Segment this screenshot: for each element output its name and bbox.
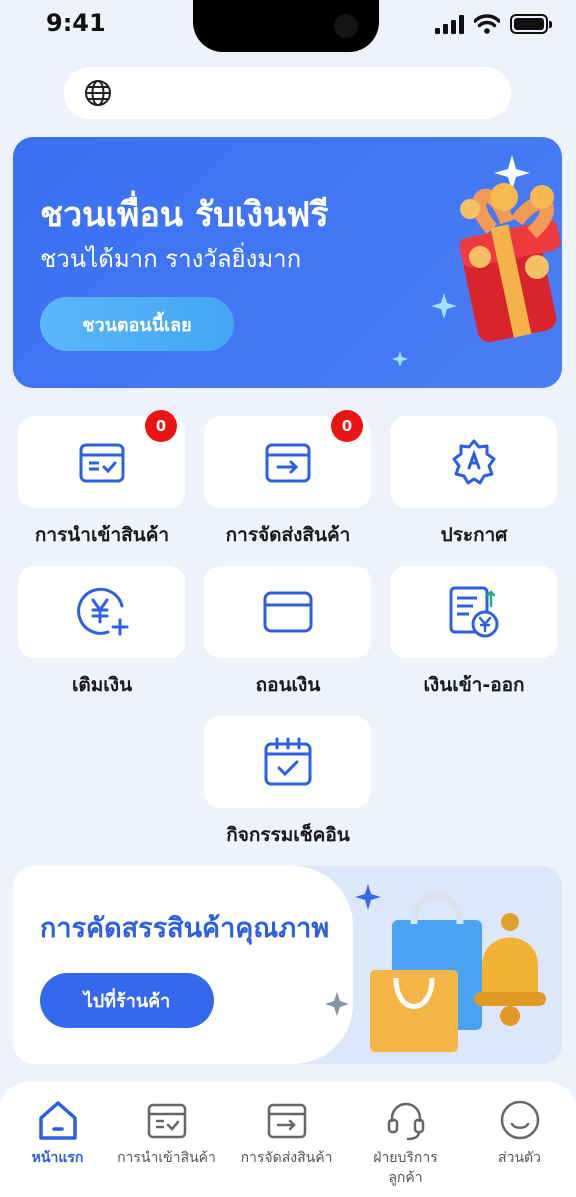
grid-item-transactions[interactable]	[390, 566, 557, 658]
grid-item-topup[interactable]	[18, 566, 185, 658]
headset-icon	[387, 1102, 424, 1141]
search-bar[interactable]	[64, 67, 511, 119]
grid-item-checkin[interactable]	[204, 716, 371, 808]
grid-label-inbound: การนำเข้าสินค้า	[34, 524, 170, 546]
outbound-count-badge: 0	[331, 410, 363, 442]
promo-subtitle: ชวนได้มาก รางวัลยิ่งมาก	[40, 245, 302, 273]
go-to-shop-button[interactable]: ไปที่ร้านค้า	[40, 973, 214, 1028]
nav-customer-service-line2: ลูกค้า	[388, 1170, 423, 1186]
invite-promo-banner[interactable]: ชวนเพื่อน รับเงินฟรี ชวนได้มาก รางวัลยิ่…	[13, 137, 562, 388]
nav-inbound[interactable]: การนำเข้าสินค้า	[109, 1098, 224, 1193]
status-bar: 9:41	[0, 0, 576, 52]
grid-label-withdraw: ถอนเงิน	[255, 674, 321, 696]
grid-item-announcement[interactable]	[390, 416, 557, 508]
nav-inbound-label: การนำเข้าสินค้า	[117, 1150, 216, 1166]
outbound-box-icon	[267, 1103, 306, 1139]
card-icon	[263, 591, 312, 633]
calendar-check-icon	[264, 737, 311, 786]
search-input[interactable]	[124, 83, 511, 103]
cellular-signal-icon	[435, 14, 464, 34]
inbound-box-icon	[147, 1103, 186, 1139]
camera-notch	[193, 0, 379, 52]
grid-item-outbound[interactable]: 0	[204, 410, 371, 508]
wifi-icon	[474, 14, 500, 34]
featured-title: การคัดสรรสินค้าคุณภาพ	[40, 913, 330, 944]
nav-outbound-label: การจัดส่งสินค้า	[240, 1150, 333, 1166]
grid-item-withdraw[interactable]	[204, 566, 371, 658]
grid-label-topup: เติมเงิน	[71, 674, 133, 696]
gift-box-illustration	[392, 155, 561, 367]
inbound-count-badge: 0	[145, 410, 177, 442]
announcement-badge-icon	[452, 439, 495, 485]
status-icons	[435, 12, 552, 36]
quality-products-card[interactable]: การคัดสรรสินค้าคุณภาพ ไปที่ร้านค้า	[13, 866, 562, 1064]
nav-customer-service[interactable]: ฝ่ายบริการ ลูกค้า	[348, 1098, 463, 1193]
nav-customer-service-label: ฝ่ายบริการ ลูกค้า	[373, 1148, 438, 1188]
bottom-navigation: หน้าแรก การนำเข้าสินค้า การจัดส่งสินค้า …	[0, 1082, 576, 1197]
yen-add-icon	[76, 587, 128, 636]
nav-profile[interactable]: ส่วนตัว	[462, 1098, 576, 1193]
grid-label-transactions: เงินเข้า-ออก	[423, 674, 525, 696]
yen-statement-icon	[449, 586, 498, 638]
home-icon	[38, 1101, 77, 1140]
grid-label-announcement: ประกาศ	[440, 524, 508, 546]
shopping-bags-bell-illustration	[325, 884, 546, 1052]
nav-outbound[interactable]: การจัดส่งสินค้า	[229, 1098, 344, 1193]
battery-icon	[510, 14, 552, 34]
grid-item-inbound[interactable]: 0	[18, 410, 185, 508]
status-time: 9:41	[46, 9, 106, 37]
promo-title: ชวนเพื่อน รับเงินฟรี	[40, 195, 329, 235]
inbound-box-icon	[79, 443, 124, 483]
nav-customer-service-line1: ฝ่ายบริการ	[373, 1150, 438, 1166]
nav-home[interactable]: หน้าแรก	[0, 1098, 115, 1193]
smiley-icon	[500, 1100, 539, 1140]
globe-icon[interactable]	[84, 79, 112, 107]
nav-profile-label: ส่วนตัว	[498, 1150, 541, 1166]
outbound-box-icon	[265, 443, 310, 483]
grid-label-checkin: กิจกรรมเช็คอิน	[226, 824, 350, 846]
invite-now-button[interactable]: ชวนตอนนี้เลย	[40, 297, 234, 351]
grid-label-outbound: การจัดส่งสินค้า	[225, 524, 351, 546]
nav-home-label: หน้าแรก	[31, 1150, 84, 1166]
